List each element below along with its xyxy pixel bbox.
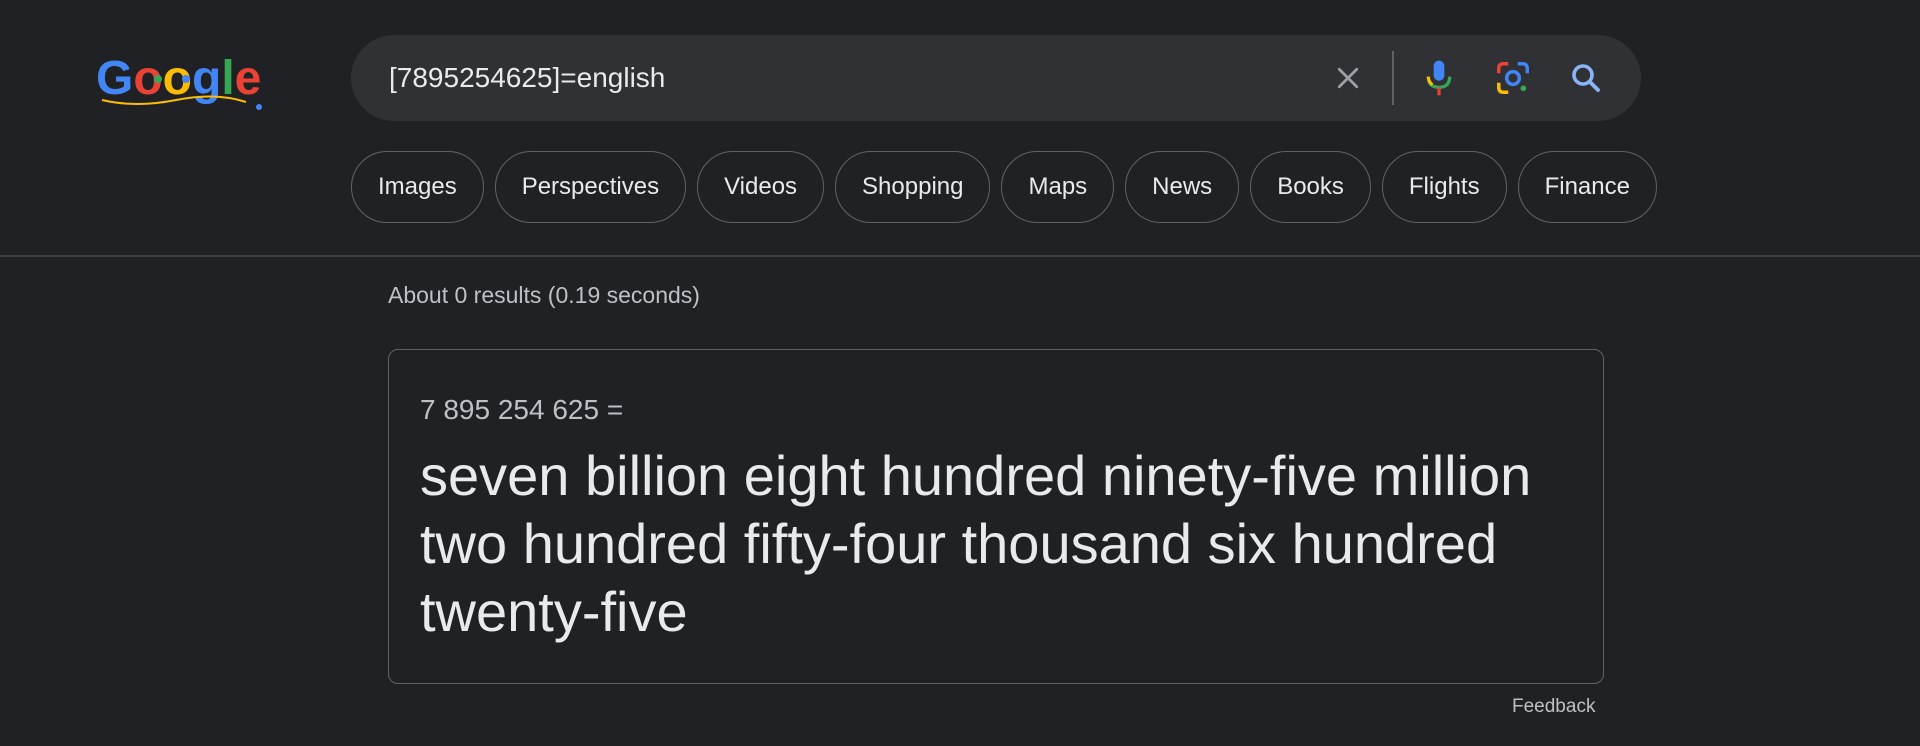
tab-videos[interactable]: Videos: [697, 151, 825, 223]
conversion-expression: 7 895 254 625 =: [420, 394, 624, 425]
search-button[interactable]: [1564, 56, 1608, 100]
clear-search-button[interactable]: [1326, 56, 1370, 100]
search-bar: [351, 35, 1641, 121]
number-conversion-card: 7 895 254 625 = seven billion eight hund…: [388, 349, 1604, 684]
tab-perspectives[interactable]: Perspectives: [494, 151, 687, 223]
tab-images[interactable]: Images: [351, 151, 484, 223]
tab-books[interactable]: Books: [1250, 151, 1371, 223]
search-tabs: Images Perspectives Videos Shopping Maps…: [351, 151, 1657, 225]
result-stats: About 0 results (0.19 seconds): [388, 282, 700, 308]
tab-news[interactable]: News: [1125, 151, 1240, 223]
google-logo-image: Google: [96, 52, 262, 110]
search-input[interactable]: [389, 53, 1289, 103]
tab-shopping[interactable]: Shopping: [835, 151, 991, 223]
tab-finance[interactable]: Finance: [1517, 151, 1657, 223]
voice-search-button[interactable]: [1417, 56, 1461, 100]
search-by-image-button[interactable]: [1491, 56, 1535, 100]
google-lens-icon: [1497, 62, 1529, 94]
google-logo[interactable]: Google: [96, 48, 268, 114]
tab-maps[interactable]: Maps: [1001, 151, 1115, 223]
search-icon: [1572, 64, 1600, 92]
header-divider: [0, 255, 1920, 257]
tab-flights[interactable]: Flights: [1381, 151, 1507, 223]
conversion-answer: seven billion eight hundred ninety-five …: [420, 444, 1532, 643]
close-icon: [1337, 67, 1359, 89]
svg-text:Google: Google: [96, 52, 261, 105]
search-divider: [1392, 51, 1394, 105]
microphone-icon: [1426, 60, 1452, 96]
feedback-link[interactable]: Feedback: [1512, 696, 1595, 718]
